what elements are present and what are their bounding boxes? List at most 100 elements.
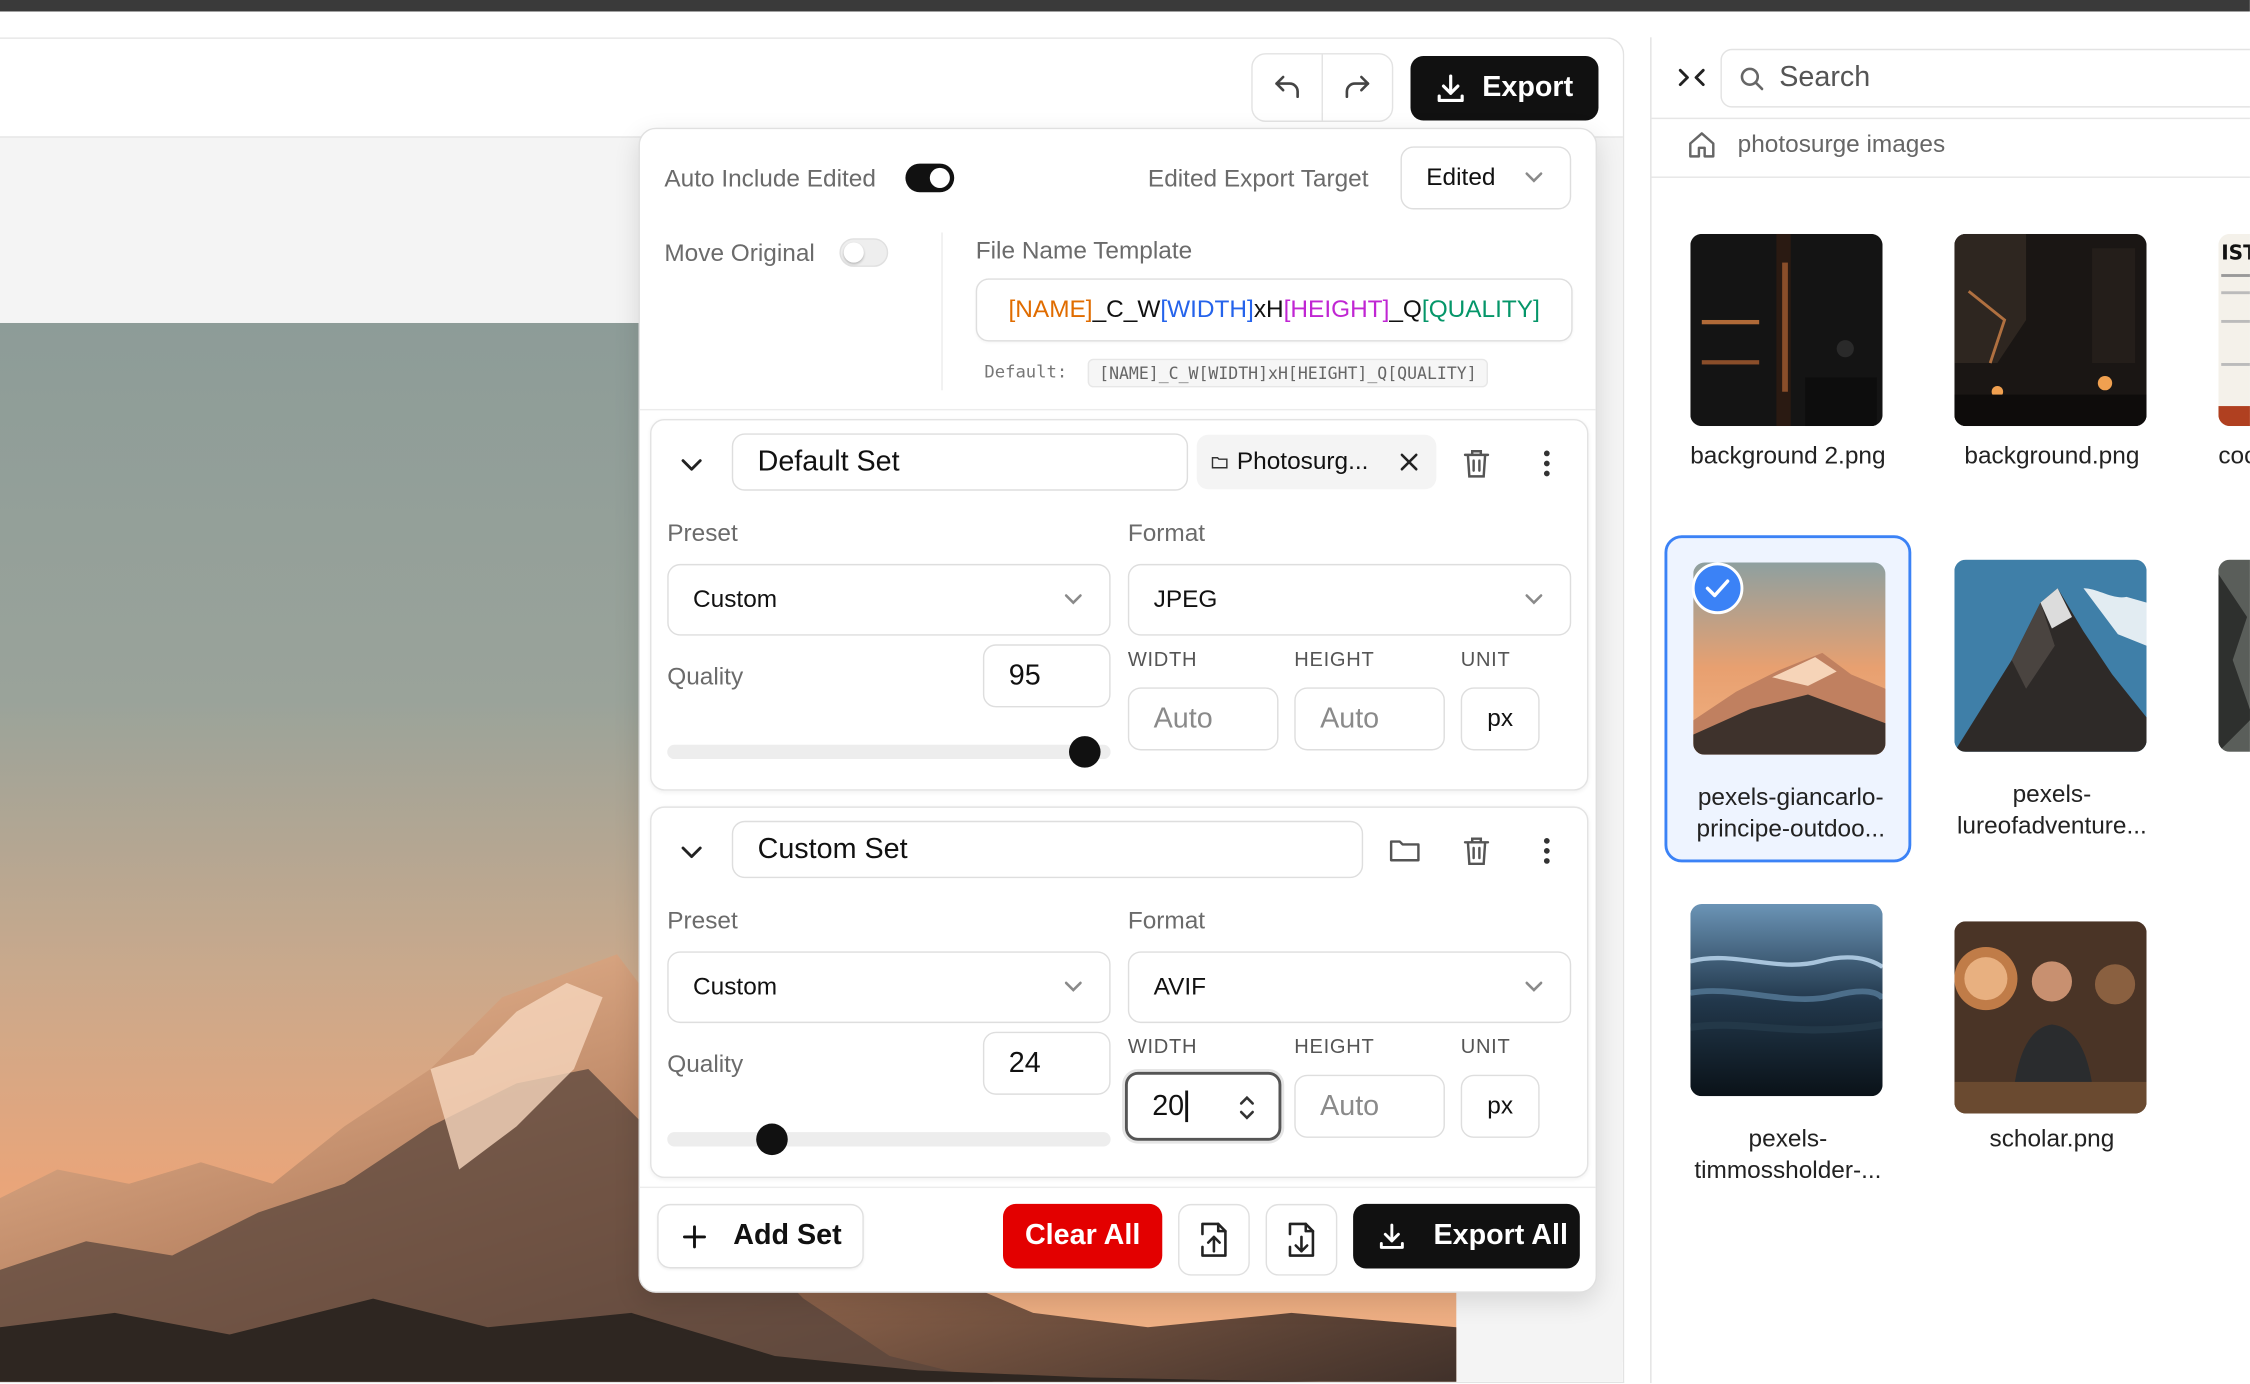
quality-slider-knob[interactable] (1068, 736, 1101, 768)
collapse-sidebar-button[interactable] (1672, 57, 1712, 97)
quality-input[interactable]: 24 (982, 1031, 1111, 1095)
number-stepper-icon[interactable] (1238, 1093, 1255, 1122)
trash-icon (1463, 837, 1490, 866)
file-thumbnail[interactable] (2193, 535, 2250, 862)
file-thumbnail[interactable]: pexels-timmossholder-... (1664, 880, 1911, 1207)
height-label: HEIGHT (1294, 1034, 1375, 1058)
chevron-down-icon (681, 846, 702, 859)
choose-folder-button[interactable] (1382, 831, 1428, 871)
more-vertical-icon (1543, 837, 1550, 864)
export-set-card: Custom Set Preset Custom Format AVIF Qua… (650, 806, 1589, 1179)
file-thumbnail[interactable]: background 2.png (1664, 208, 1911, 535)
preset-value: Custom (693, 585, 778, 613)
delete-set-button[interactable] (1456, 443, 1496, 483)
window-top-strip (0, 0, 2250, 12)
width-input[interactable]: Auto (1127, 687, 1279, 751)
selected-check-icon[interactable] (1691, 562, 1744, 615)
file-browser-sidebar: Search photosurge images background 2.pn… (1650, 37, 2250, 1384)
quality-slider-knob[interactable] (756, 1123, 789, 1156)
file-caption: pexels-giancarlo-principe-outdoo... (1696, 783, 1886, 843)
breadcrumb[interactable]: photosurge images (1686, 129, 1945, 161)
set-name-input[interactable]: Default Set (731, 433, 1189, 491)
file-thumbnail[interactable]: ISTO coc (2193, 208, 2250, 535)
file-thumbnail-selected[interactable]: pexels-giancarlo-principe-outdoo... (1664, 535, 1912, 863)
redo-button[interactable] (1323, 55, 1392, 121)
file-thumbnail[interactable]: scholar.png (1929, 880, 2176, 1207)
redo-icon (1345, 75, 1370, 99)
template-token-text: _Q (1389, 295, 1422, 323)
set-name-input[interactable]: Custom Set (731, 820, 1364, 879)
undo-redo-group (1251, 53, 1394, 122)
file-caption: pexels-timmossholder-... (1694, 1124, 1882, 1184)
unit-select[interactable]: px (1460, 687, 1540, 751)
file-thumbnail[interactable]: pexels-lureofadventure... (1929, 535, 2176, 862)
add-set-button[interactable]: Add Set (657, 1203, 864, 1269)
file-upload-icon (1201, 1222, 1227, 1257)
more-vertical-icon (1543, 450, 1550, 477)
file-name-template-input[interactable]: [NAME] _C_W [WIDTH] xH [HEIGHT] _Q [QUAL… (975, 278, 1573, 342)
file-image (1954, 921, 2147, 1114)
file-thumbnail[interactable]: background.png (1929, 208, 2176, 535)
close-icon[interactable] (1397, 451, 1420, 474)
download-icon (1379, 1222, 1404, 1249)
divider (941, 232, 943, 391)
undo-button[interactable] (1253, 54, 1323, 121)
chevron-down-icon (1525, 172, 1543, 183)
format-select[interactable]: JPEG (1127, 563, 1572, 636)
save-settings-button[interactable] (1265, 1203, 1338, 1276)
auto-include-toggle[interactable] (905, 163, 955, 193)
set-more-button[interactable] (1530, 831, 1564, 871)
width-input[interactable]: 20 (1124, 1071, 1282, 1141)
file-image (1954, 233, 2147, 427)
download-icon (1437, 73, 1464, 102)
quality-slider[interactable] (667, 1132, 1111, 1147)
template-token-text: xH (1253, 295, 1284, 323)
preset-select[interactable]: Custom (667, 951, 1111, 1024)
svg-text:ISTO: ISTO (2221, 241, 2250, 265)
file-name-template-label: File Name Template (975, 236, 1193, 265)
default-template-value: [NAME]_C_W[WIDTH]xH[HEIGHT]_Q[QUALITY] (1087, 358, 1489, 388)
preset-label: Preset (667, 906, 738, 935)
home-icon (1689, 132, 1715, 158)
default-template-label: Default: (984, 361, 1068, 382)
format-label: Format (1127, 519, 1206, 547)
file-download-icon (1288, 1222, 1315, 1257)
folder-icon (1389, 840, 1420, 862)
quality-input[interactable]: 95 (982, 644, 1111, 708)
delete-set-button[interactable] (1456, 831, 1496, 871)
text-cursor (1185, 1090, 1188, 1123)
move-original-toggle[interactable] (839, 238, 889, 267)
unit-label: UNIT (1460, 1034, 1511, 1058)
set-more-button[interactable] (1530, 443, 1564, 483)
clear-all-button[interactable]: Clear All (1002, 1203, 1163, 1269)
unit-select[interactable]: px (1460, 1074, 1540, 1138)
file-image (1690, 903, 1883, 1097)
collapse-set-button[interactable] (672, 832, 712, 872)
format-select[interactable]: AVIF (1127, 951, 1572, 1024)
collapse-set-button[interactable] (672, 445, 712, 485)
divider (1651, 176, 2250, 178)
preset-select[interactable]: Custom (667, 563, 1111, 636)
set-folder-chip[interactable]: Photosurg... (1196, 434, 1437, 490)
quality-label: Quality (667, 662, 744, 691)
height-input[interactable]: Auto (1294, 1074, 1445, 1138)
format-value: AVIF (1153, 972, 1207, 1001)
quality-slider[interactable] (667, 744, 1111, 760)
add-set-label: Add Set (733, 1219, 842, 1252)
chevron-down-icon (1064, 981, 1082, 992)
template-token-name: [NAME] (1008, 295, 1093, 323)
search-input[interactable]: Search (1720, 48, 2250, 108)
quality-label: Quality (667, 1050, 744, 1078)
file-image (1690, 233, 1883, 427)
width-input-value: 20 (1152, 1089, 1185, 1122)
file-caption: background 2.png (1690, 441, 1886, 470)
chevron-down-icon (681, 459, 702, 471)
edited-target-select[interactable]: Edited (1400, 146, 1572, 210)
height-input[interactable]: Auto (1294, 687, 1445, 751)
export-all-button[interactable]: Export All (1353, 1203, 1580, 1269)
import-settings-button[interactable] (1178, 1203, 1250, 1276)
undo-icon (1275, 75, 1299, 99)
plus-icon (683, 1224, 706, 1248)
file-image (2218, 559, 2250, 752)
export-button[interactable]: Export (1410, 55, 1599, 121)
